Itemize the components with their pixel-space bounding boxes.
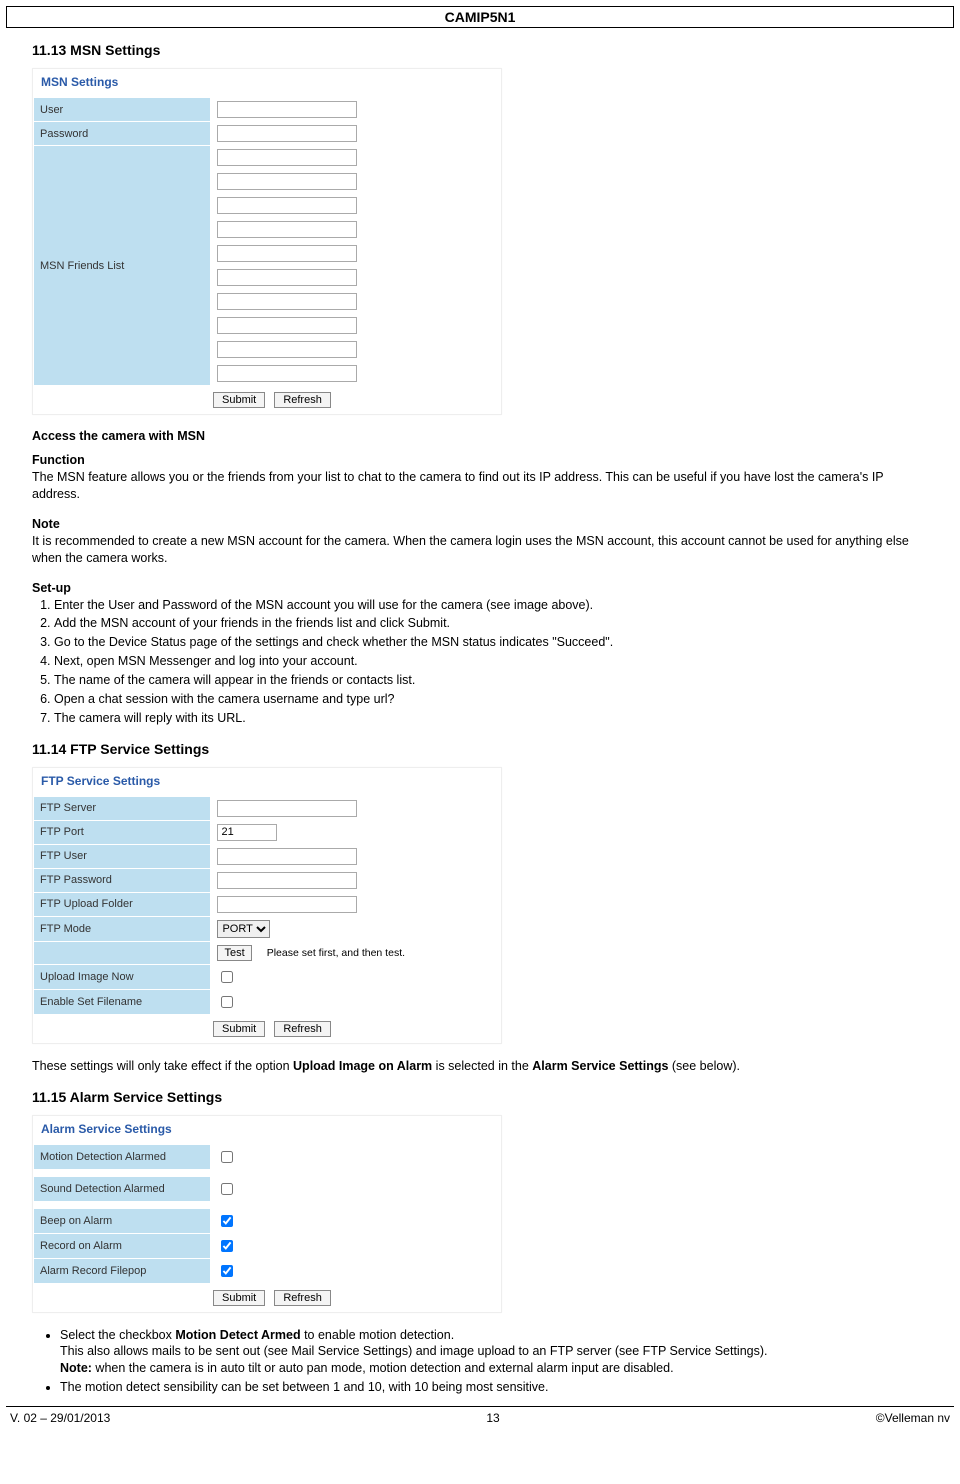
setup-item-6: Open a chat session with the camera user… xyxy=(54,691,928,708)
msn-settings-panel: MSN Settings User Password MSN Friends L… xyxy=(32,68,502,415)
ftp-settings-panel: FTP Service Settings FTP Server FTP Port… xyxy=(32,767,502,1044)
msn-friends-label: MSN Friends List xyxy=(34,146,211,386)
setup-item-3: Go to the Device Status page of the sett… xyxy=(54,634,928,651)
msn-submit-button[interactable]: Submit xyxy=(213,392,265,408)
alarm-sound-label: Sound Detection Alarmed xyxy=(34,1176,211,1201)
msn-user-label: User xyxy=(34,98,211,122)
msn-refresh-button[interactable]: Refresh xyxy=(274,392,331,408)
ftp-port-label: FTP Port xyxy=(34,820,211,844)
ftp-test-button[interactable]: Test xyxy=(217,945,251,961)
ftp-user-input[interactable] xyxy=(217,848,357,865)
alarm-record-label: Record on Alarm xyxy=(34,1233,211,1258)
alarm-button-row: Submit Refresh xyxy=(33,1284,501,1312)
page-content: 11.13 MSN Settings MSN Settings User Pas… xyxy=(0,42,960,1396)
alarm-bullets: Select the checkbox Motion Detect Armed … xyxy=(60,1327,928,1397)
ftp-button-row: Submit Refresh xyxy=(33,1015,501,1043)
alarm-settings-panel: Alarm Service Settings Motion Detection … xyxy=(32,1115,502,1313)
msn-password-input[interactable] xyxy=(217,125,357,142)
ftp-mode-label: FTP Mode xyxy=(34,916,211,941)
msn-friend-input-3[interactable] xyxy=(217,197,357,214)
msn-button-row: Submit Refresh xyxy=(33,386,501,414)
msn-friend-input-4[interactable] xyxy=(217,221,357,238)
setup-item-4: Next, open MSN Messenger and log into yo… xyxy=(54,653,928,670)
setup-item-1: Enter the User and Password of the MSN a… xyxy=(54,597,928,614)
page-header-title: CAMIP5N1 xyxy=(445,9,516,25)
alarm-table: Motion Detection Alarmed Sound Detection… xyxy=(33,1144,501,1284)
msn-friend-input-5[interactable] xyxy=(217,245,357,262)
alarm-motion-checkbox[interactable] xyxy=(221,1151,233,1163)
alarm-filepop-label: Alarm Record Filepop xyxy=(34,1258,211,1283)
setup-item-2: Add the MSN account of your friends in t… xyxy=(54,615,928,632)
msn-friend-input-9[interactable] xyxy=(217,341,357,358)
ftp-refresh-button[interactable]: Refresh xyxy=(274,1021,331,1037)
ftp-panel-title: FTP Service Settings xyxy=(33,768,501,796)
access-heading: Access the camera with MSN xyxy=(32,429,928,443)
msn-friend-input-2[interactable] xyxy=(217,173,357,190)
setup-item-7: The camera will reply with its URL. xyxy=(54,710,928,727)
alarm-motion-label: Motion Detection Alarmed xyxy=(34,1144,211,1169)
ftp-user-label: FTP User xyxy=(34,844,211,868)
ftp-server-label: FTP Server xyxy=(34,796,211,820)
ftp-password-input[interactable] xyxy=(217,872,357,889)
footer-right: ©Velleman nv xyxy=(876,1411,950,1425)
msn-password-label: Password xyxy=(34,122,211,146)
alarm-bullet-1: Select the checkbox Motion Detect Armed … xyxy=(60,1327,928,1378)
alarm-refresh-button[interactable]: Refresh xyxy=(274,1290,331,1306)
ftp-folder-label: FTP Upload Folder xyxy=(34,892,211,916)
alarm-beep-label: Beep on Alarm xyxy=(34,1208,211,1233)
ftp-enable-fn-label: Enable Set Filename xyxy=(34,989,211,1014)
setup-heading: Set-up xyxy=(32,581,928,595)
ftp-submit-button[interactable]: Submit xyxy=(213,1021,265,1037)
alarm-submit-button[interactable]: Submit xyxy=(213,1290,265,1306)
section-1113-heading: 11.13 MSN Settings xyxy=(32,42,928,58)
page-header: CAMIP5N1 xyxy=(6,6,954,28)
alarm-beep-checkbox[interactable] xyxy=(221,1215,233,1227)
function-heading: Function xyxy=(32,453,928,467)
ftp-upload-now-checkbox[interactable] xyxy=(221,971,233,983)
msn-friend-input-1[interactable] xyxy=(217,149,357,166)
note-heading: Note xyxy=(32,517,928,531)
footer-center: 13 xyxy=(486,1411,499,1425)
ftp-mode-select[interactable]: PORT xyxy=(217,920,270,938)
page-footer: V. 02 – 29/01/2013 13 ©Velleman nv xyxy=(6,1406,954,1429)
ftp-note-text: These settings will only take effect if … xyxy=(32,1058,928,1075)
msn-panel-title: MSN Settings xyxy=(33,69,501,97)
ftp-enable-fn-checkbox[interactable] xyxy=(221,996,233,1008)
alarm-sound-checkbox[interactable] xyxy=(221,1183,233,1195)
alarm-filepop-checkbox[interactable] xyxy=(221,1265,233,1277)
function-text: The MSN feature allows you or the friend… xyxy=(32,469,928,503)
alarm-panel-title: Alarm Service Settings xyxy=(33,1116,501,1144)
alarm-bullet-2: The motion detect sensibility can be set… xyxy=(60,1379,928,1396)
setup-item-5: The name of the camera will appear in th… xyxy=(54,672,928,689)
setup-list: Enter the User and Password of the MSN a… xyxy=(54,597,928,727)
ftp-port-input[interactable] xyxy=(217,824,277,841)
msn-friend-input-6[interactable] xyxy=(217,269,357,286)
msn-table: User Password MSN Friends List xyxy=(33,97,501,386)
ftp-password-label: FTP Password xyxy=(34,868,211,892)
ftp-test-row-label xyxy=(34,941,211,964)
ftp-upload-now-label: Upload Image Now xyxy=(34,964,211,989)
ftp-test-note: Please set first, and then test. xyxy=(261,947,405,959)
ftp-folder-input[interactable] xyxy=(217,896,357,913)
msn-user-input[interactable] xyxy=(217,101,357,118)
ftp-table: FTP Server FTP Port FTP User FTP Passwor… xyxy=(33,796,501,1015)
section-1114-heading: 11.14 FTP Service Settings xyxy=(32,741,928,757)
footer-left: V. 02 – 29/01/2013 xyxy=(10,1411,110,1425)
section-1115-heading: 11.15 Alarm Service Settings xyxy=(32,1089,928,1105)
ftp-server-input[interactable] xyxy=(217,800,357,817)
alarm-record-checkbox[interactable] xyxy=(221,1240,233,1252)
msn-friend-input-8[interactable] xyxy=(217,317,357,334)
note-text: It is recommended to create a new MSN ac… xyxy=(32,533,928,567)
msn-friend-input-7[interactable] xyxy=(217,293,357,310)
msn-friend-input-10[interactable] xyxy=(217,365,357,382)
